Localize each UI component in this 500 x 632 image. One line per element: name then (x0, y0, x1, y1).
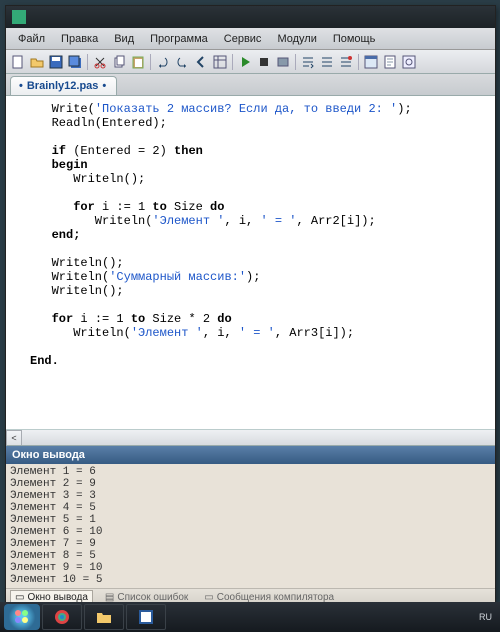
stepinto-icon[interactable] (299, 53, 317, 71)
stepout-icon[interactable] (337, 53, 355, 71)
windows-icon (14, 609, 30, 625)
horizontal-scrollbar[interactable]: < (6, 429, 495, 445)
stop-icon[interactable] (255, 53, 273, 71)
menu-service[interactable]: Сервис (216, 30, 270, 48)
tab-label: Brainly12.pas (27, 80, 99, 92)
tab-modified-dot-2: • (102, 80, 106, 92)
menubar: Файл Правка Вид Программа Сервис Модули … (6, 28, 495, 50)
props-icon[interactable] (211, 53, 229, 71)
taskbar: RU (0, 602, 500, 632)
options-icon[interactable] (400, 53, 418, 71)
pause-icon[interactable] (274, 53, 292, 71)
tab-row: •Brainly12.pas• (6, 74, 495, 96)
menu-help[interactable]: Помощь (325, 30, 384, 48)
paste-icon[interactable] (129, 53, 147, 71)
chrome-icon (54, 609, 70, 625)
cut-icon[interactable] (91, 53, 109, 71)
menu-view[interactable]: Вид (106, 30, 142, 48)
nav-back-icon[interactable] (192, 53, 210, 71)
output-pane-title[interactable]: Окно вывода (6, 446, 495, 464)
code-editor[interactable]: Write('Показать 2 массив? Если да, то вв… (6, 96, 495, 446)
taskbar-lang[interactable]: RU (479, 612, 496, 622)
task-ide[interactable] (126, 604, 166, 630)
unit-icon[interactable] (381, 53, 399, 71)
menu-edit[interactable]: Правка (53, 30, 106, 48)
stepover-icon[interactable] (318, 53, 336, 71)
undo-icon[interactable] (154, 53, 172, 71)
start-button[interactable] (4, 604, 40, 630)
ide-window: Файл Правка Вид Программа Сервис Модули … (5, 5, 496, 602)
editor-tab[interactable]: •Brainly12.pas• (10, 76, 117, 95)
scroll-left-icon[interactable]: < (6, 430, 22, 446)
copy-icon[interactable] (110, 53, 128, 71)
code-content: Write('Показать 2 массив? Если да, то вв… (30, 102, 412, 368)
tab-modified-dot: • (19, 80, 23, 92)
menu-modules[interactable]: Модули (269, 30, 324, 48)
app-icon (12, 10, 26, 24)
run-icon[interactable] (236, 53, 254, 71)
menu-file[interactable]: Файл (10, 30, 53, 48)
output-pane: Элемент 1 = 6 Элемент 2 = 9 Элемент 3 = … (6, 464, 495, 588)
toolbar (6, 50, 495, 74)
folder-icon (96, 609, 112, 625)
task-browser[interactable] (42, 604, 82, 630)
menu-program[interactable]: Программа (142, 30, 216, 48)
task-explorer[interactable] (84, 604, 124, 630)
save-icon[interactable] (47, 53, 65, 71)
pascal-icon (138, 609, 154, 625)
saveall-icon[interactable] (66, 53, 84, 71)
open-icon[interactable] (28, 53, 46, 71)
titlebar (6, 6, 495, 28)
new-icon[interactable] (9, 53, 27, 71)
form-icon[interactable] (362, 53, 380, 71)
redo-icon[interactable] (173, 53, 191, 71)
